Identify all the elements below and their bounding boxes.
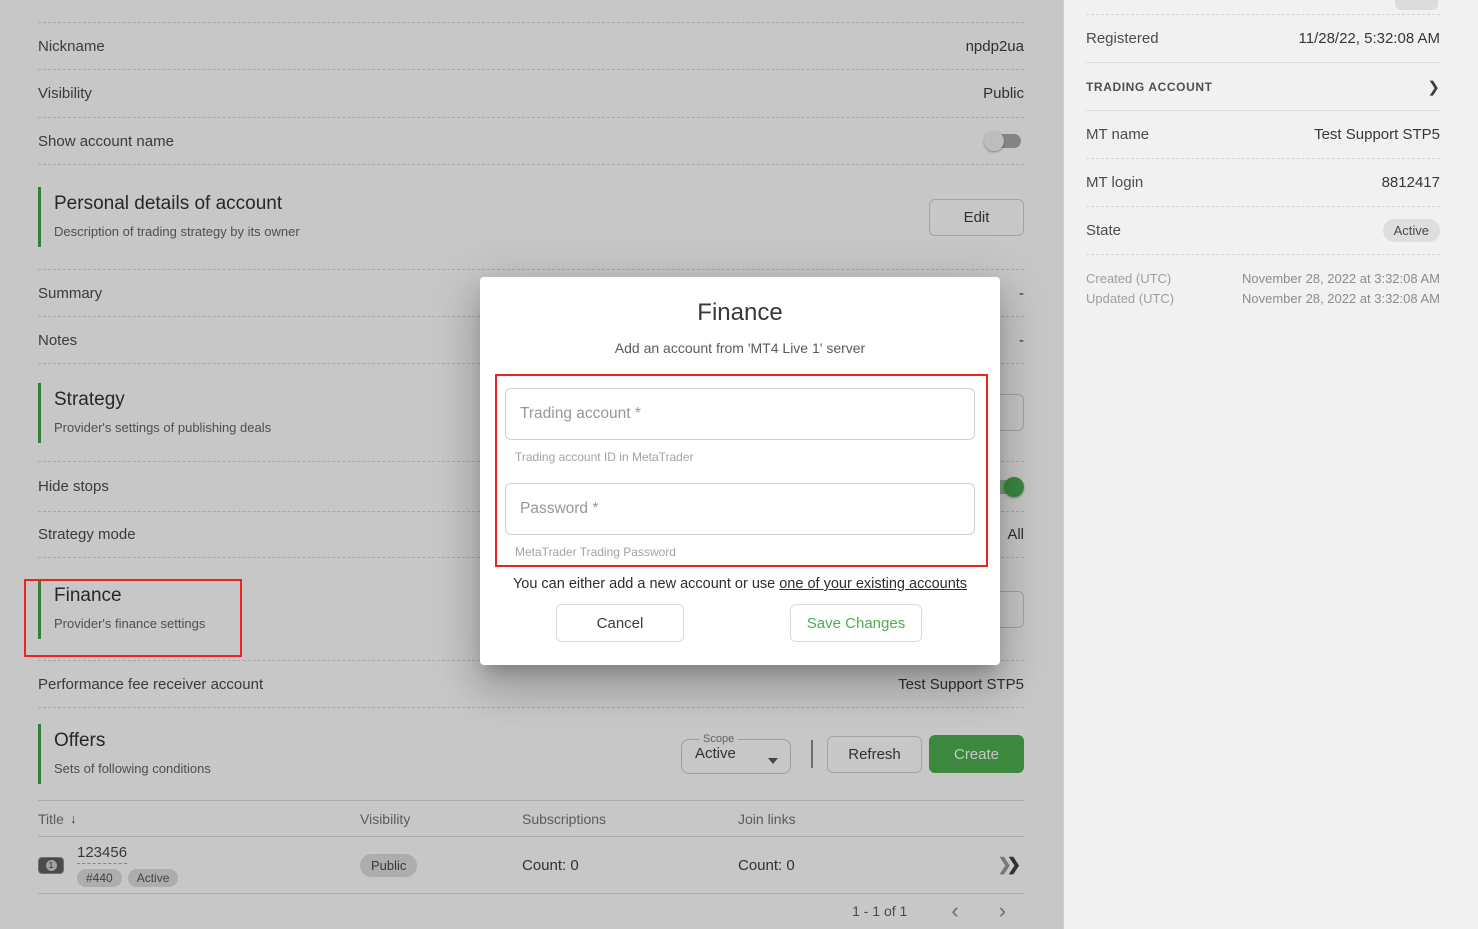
existing-accounts-link[interactable]: one of your existing accounts bbox=[779, 576, 967, 592]
state-row: State Active bbox=[1086, 207, 1440, 255]
modal-subtitle: Add an account from 'MT4 Live 1' server bbox=[480, 340, 1000, 356]
registered-value: 11/28/22, 5:32:08 AM bbox=[1299, 30, 1441, 47]
updated-row: Updated (UTC) November 28, 2022 at 3:32:… bbox=[1086, 288, 1440, 308]
chevron-right-icon: ❯ bbox=[1427, 78, 1440, 96]
registered-label: Registered bbox=[1086, 30, 1159, 47]
cancel-button[interactable]: Cancel bbox=[556, 604, 684, 642]
timestamps-block: Created (UTC) November 28, 2022 at 3:32:… bbox=[1086, 255, 1440, 308]
password-input[interactable] bbox=[505, 483, 975, 535]
mt-login-label: MT login bbox=[1086, 174, 1143, 191]
modal-title: Finance bbox=[480, 299, 1000, 327]
password-helper: MetaTrader Trading Password bbox=[515, 545, 676, 559]
created-value: November 28, 2022 at 3:32:08 AM bbox=[1242, 271, 1440, 286]
trading-account-section-header: TRADING ACCOUNT bbox=[1086, 80, 1213, 94]
mt-login-row: MT login 8812417 bbox=[1086, 159, 1440, 207]
mt-name-row: MT name Test Support STP5 bbox=[1086, 111, 1440, 159]
state-badge: Active bbox=[1383, 219, 1440, 242]
created-label: Created (UTC) bbox=[1086, 271, 1171, 286]
created-row: Created (UTC) November 28, 2022 at 3:32:… bbox=[1086, 268, 1440, 288]
save-changes-button[interactable]: Save Changes bbox=[790, 604, 922, 642]
registered-row: Registered 11/28/22, 5:32:08 AM bbox=[1086, 15, 1440, 63]
updated-value: November 28, 2022 at 3:32:08 AM bbox=[1242, 291, 1440, 306]
mt-name-label: MT name bbox=[1086, 126, 1149, 143]
state-label: State bbox=[1086, 222, 1121, 239]
mt-name-value: Test Support STP5 bbox=[1314, 126, 1440, 143]
trading-account-input[interactable] bbox=[505, 388, 975, 440]
finance-modal: Finance Add an account from 'MT4 Live 1'… bbox=[480, 277, 1000, 665]
trading-account-panel: Registered 11/28/22, 5:32:08 AM TRADING … bbox=[1063, 0, 1478, 929]
panel-top-button[interactable] bbox=[1395, 0, 1438, 10]
mt-login-value: 8812417 bbox=[1382, 174, 1440, 191]
trading-account-helper: Trading account ID in MetaTrader bbox=[515, 450, 694, 464]
modal-note: You can either add a new account or use … bbox=[480, 576, 1000, 592]
updated-label: Updated (UTC) bbox=[1086, 291, 1174, 306]
trading-account-section-row[interactable]: TRADING ACCOUNT ❯ bbox=[1086, 63, 1440, 111]
